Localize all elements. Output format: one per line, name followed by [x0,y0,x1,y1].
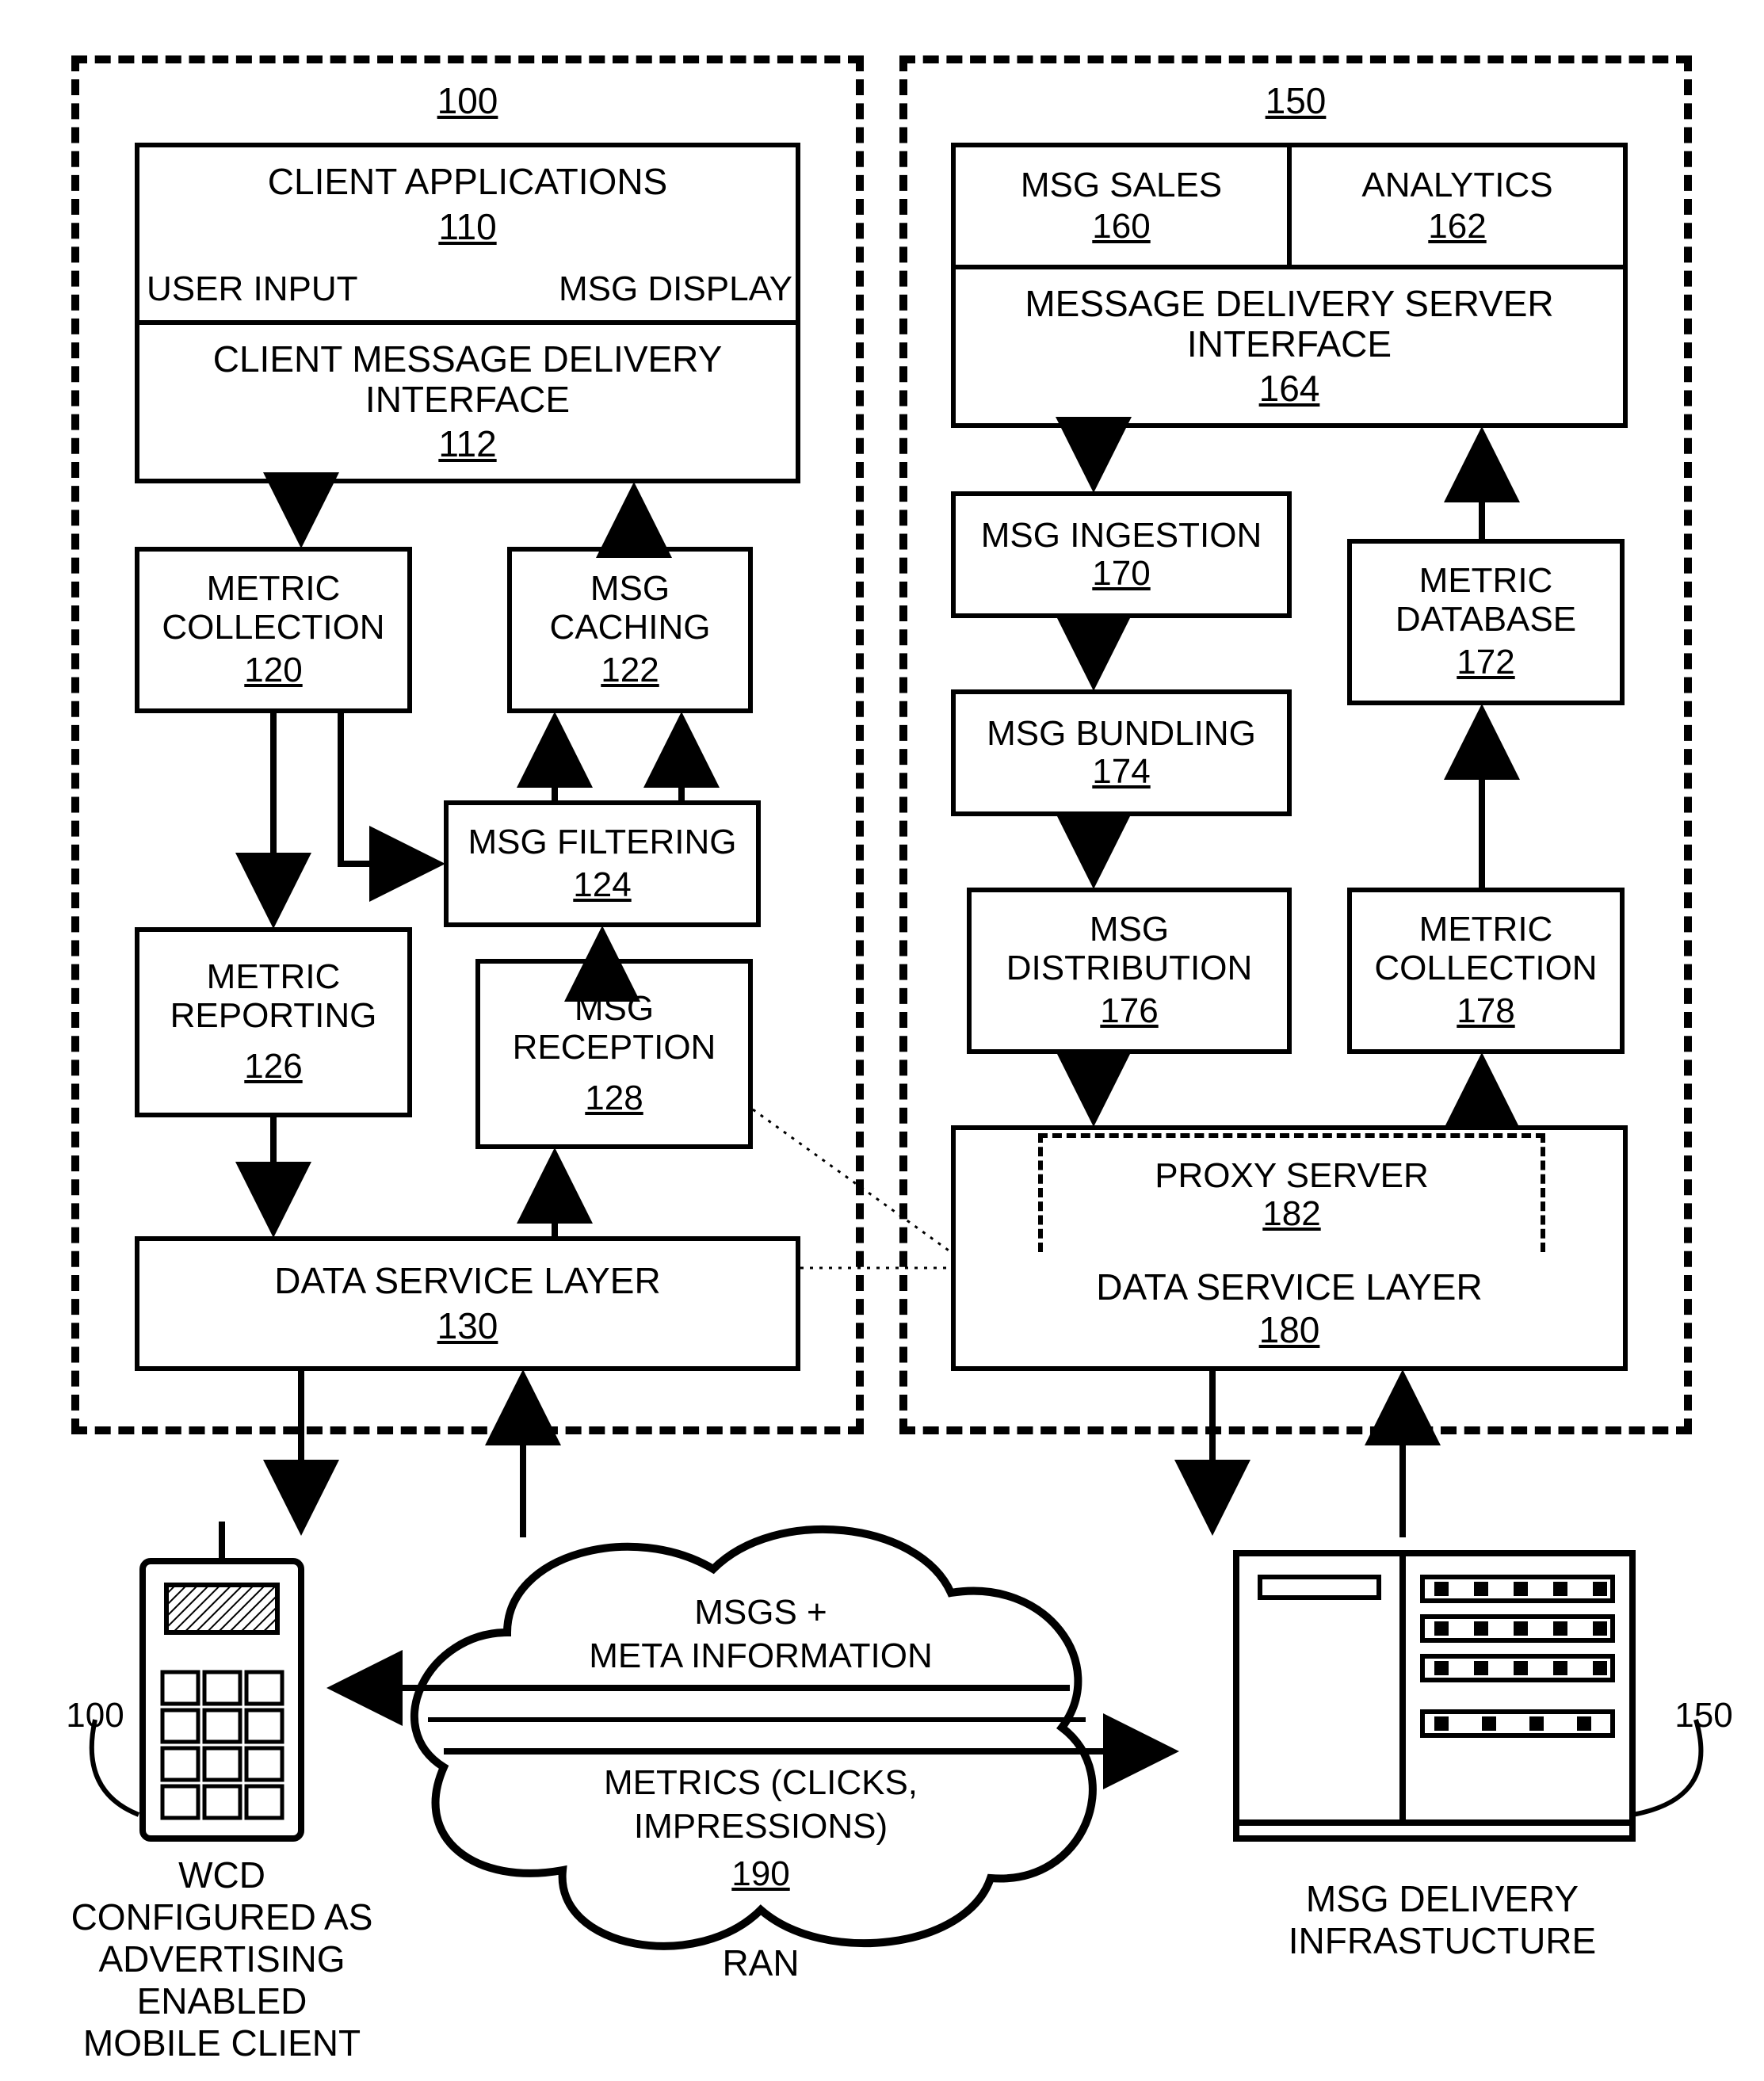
msg-caching-title: MSG CACHING [512,570,748,647]
ran-label: RAN [705,1942,816,1984]
msg-filtering-title: MSG FILTERING [468,823,737,861]
msg-bundling-title: MSG BUNDLING [987,715,1256,753]
msg-sales-id: 160 [1092,208,1150,246]
metric-reporting-box: METRIC REPORTING 126 [135,927,412,1117]
metric-reporting-id: 126 [244,1048,302,1086]
msg-filtering-box: MSG FILTERING 124 [444,800,761,927]
analytics-box: ANALYTICS 162 [1287,143,1628,269]
metric-collection-right-id: 178 [1457,992,1514,1030]
metric-collection-box: METRIC COLLECTION 120 [135,547,412,713]
cmdi-title: CLIENT MESSAGE DELIVERY INTERFACE [139,339,796,419]
dsl-right-title: DATA SERVICE LAYER [1096,1267,1482,1308]
cloud-line3: METRICS (CLICKS, [555,1763,967,1803]
server-caption: MSG DELIVERY INFRASTUCTURE [1236,1878,1648,1962]
mdsi-title: MESSAGE DELIVERY SERVER INTERFACE [956,284,1623,364]
phone-icon [143,1522,301,1839]
msg-caching-box: MSG CACHING 122 [507,547,753,713]
data-service-layer-left-box: DATA SERVICE LAYER 130 [135,1236,800,1371]
metric-collection-title: METRIC COLLECTION [139,570,407,647]
client-id: 100 [412,79,523,122]
wcd-caption: WCD CONFIGURED AS ADVERTISING ENABLED MO… [48,1854,396,2064]
metric-collection-right-title: METRIC COLLECTION [1352,911,1620,987]
client-applications-id: 110 [438,207,496,247]
dsl-right-id: 180 [1259,1310,1320,1350]
analytics-title: ANALYTICS [1361,166,1552,204]
msg-ingestion-box: MSG INGESTION 170 [951,491,1292,618]
msg-bundling-box: MSG BUNDLING 174 [951,689,1292,816]
client-applications-title: CLIENT APPLICATIONS [268,162,667,202]
wcd-ref: 100 [55,1696,135,1735]
client-msg-delivery-interface-box: CLIENT MESSAGE DELIVERY INTERFACE 112 [135,320,800,483]
metric-reporting-title: METRIC REPORTING [139,958,407,1035]
cloud-line1: MSGS + [602,1593,919,1632]
metric-collection-right-box: METRIC COLLECTION 178 [1347,888,1625,1054]
cloud-line4: IMPRESSIONS) [602,1807,919,1846]
metric-database-id: 172 [1457,643,1514,682]
analytics-id: 162 [1428,208,1486,246]
msg-filtering-id: 124 [573,866,631,904]
proxy-server-box: PROXY SERVER 182 [1038,1133,1545,1252]
cloud-line2: META INFORMATION [539,1636,983,1676]
msg-reception-title: MSG RECEPTION [480,990,748,1067]
dsl-left-title: DATA SERVICE LAYER [274,1261,660,1301]
mdsi-id: 164 [1259,368,1320,409]
metric-database-title: METRIC DATABASE [1352,562,1620,639]
metric-collection-id: 120 [244,651,302,689]
msg-delivery-server-interface-box: MESSAGE DELIVERY SERVER INTERFACE 164 [951,265,1628,428]
cmdi-id: 112 [438,424,496,464]
msg-distribution-box: MSG DISTRIBUTION 176 [967,888,1292,1054]
msg-caching-id: 122 [601,651,659,689]
msg-display-label: MSG DISPLAY [539,269,792,309]
metric-database-box: METRIC DATABASE 172 [1347,539,1625,705]
msg-sales-box: MSG SALES 160 [951,143,1292,269]
msg-sales-title: MSG SALES [1021,166,1222,204]
diagram-canvas: { "left": { "id": "100", "client_apps": … [0,0,1764,2081]
cloud-id: 190 [697,1854,824,1894]
proxy-title: PROXY SERVER [1155,1157,1429,1195]
server-id: 150 [1240,79,1351,122]
msg-reception-box: MSG RECEPTION 128 [475,959,753,1149]
proxy-id: 182 [1262,1195,1320,1233]
msg-distribution-title: MSG DISTRIBUTION [972,911,1287,987]
server-icon [1236,1553,1632,1839]
msg-reception-id: 128 [585,1079,643,1117]
msg-bundling-id: 174 [1092,753,1150,791]
msg-ingestion-id: 170 [1092,555,1150,593]
msg-distribution-id: 176 [1100,992,1158,1030]
server-ref: 150 [1664,1696,1743,1735]
dsl-left-id: 130 [437,1306,498,1346]
msg-ingestion-title: MSG INGESTION [981,517,1262,555]
user-input-label: USER INPUT [147,269,384,309]
